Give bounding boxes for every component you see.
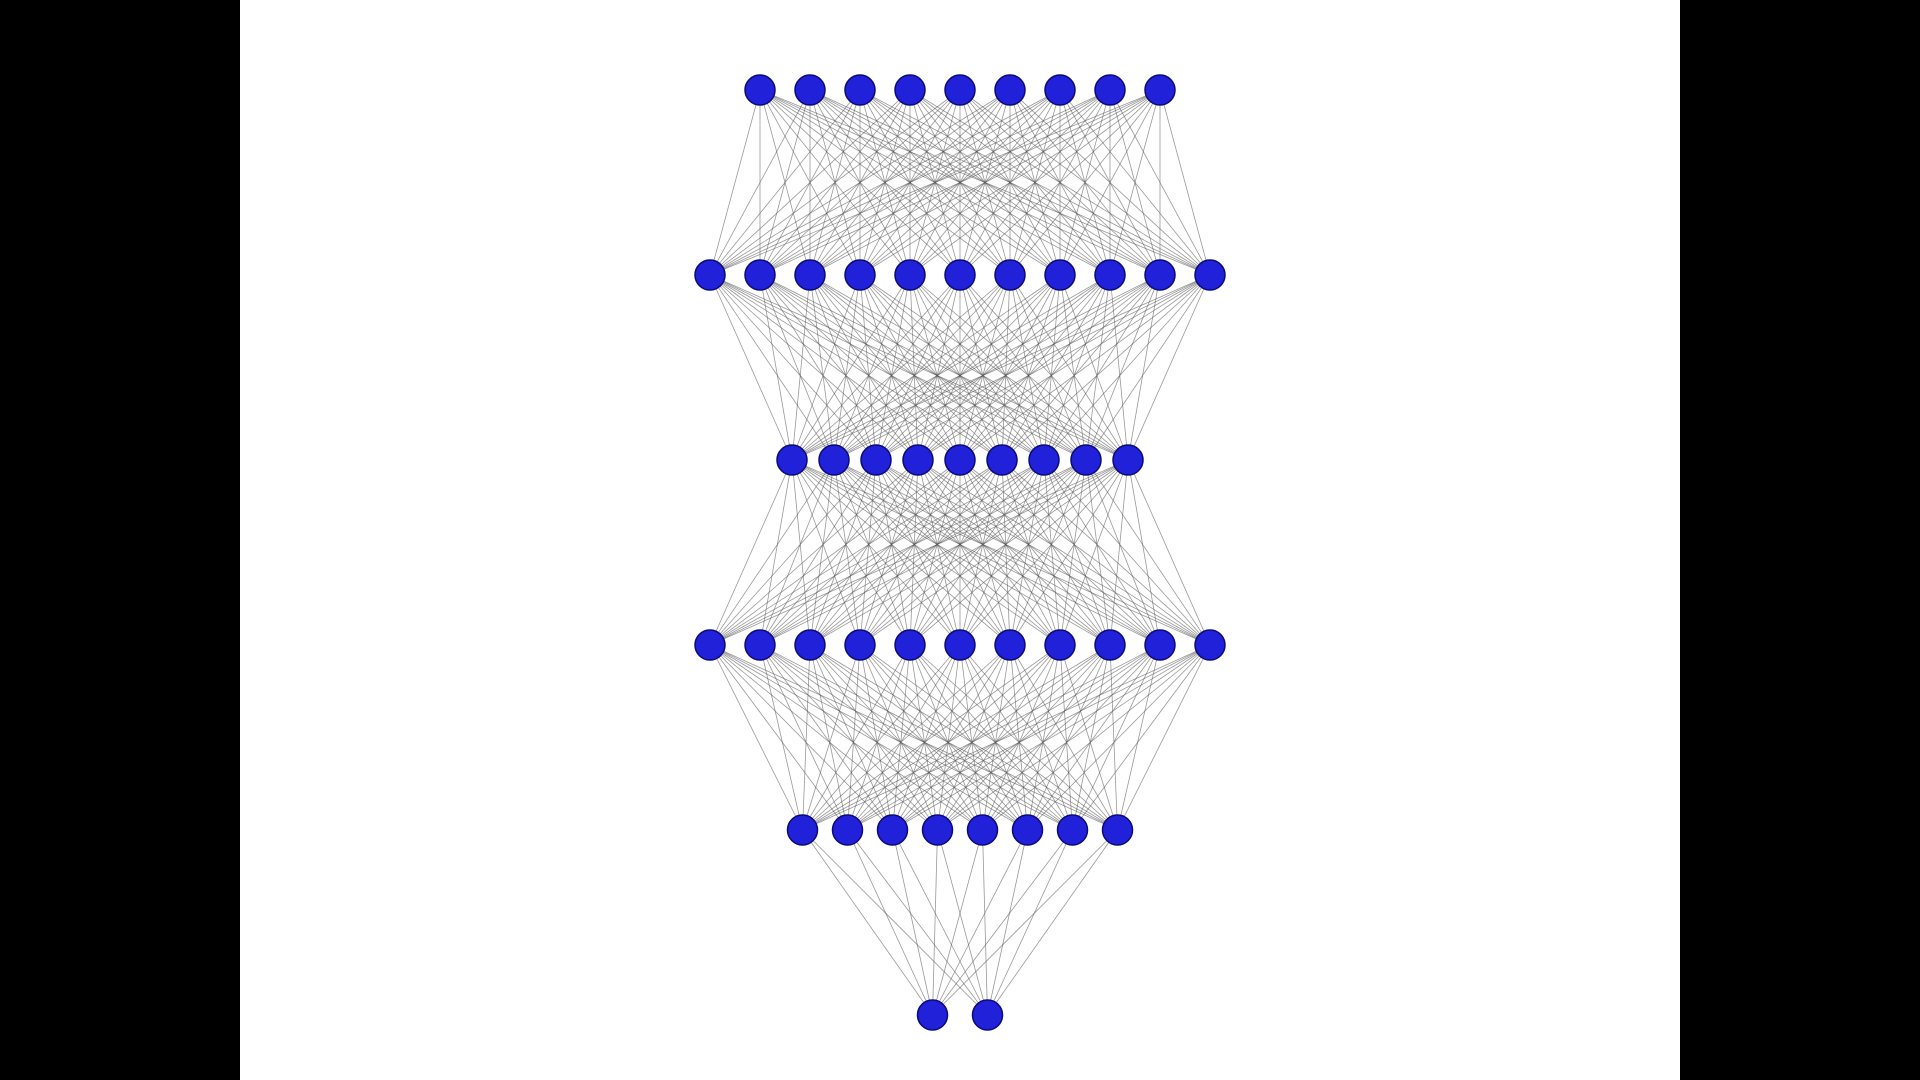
node-hidden2-5 — [987, 445, 1017, 475]
edges-group — [710, 90, 1210, 1015]
node-hidden1-3 — [845, 260, 875, 290]
node-hidden4-6 — [1058, 815, 1088, 845]
node-hidden2-8 — [1113, 445, 1143, 475]
node-hidden3-8 — [1095, 630, 1125, 660]
node-hidden4-5 — [1013, 815, 1043, 845]
node-input-5 — [995, 75, 1025, 105]
node-hidden2-4 — [945, 445, 975, 475]
node-hidden4-7 — [1103, 815, 1133, 845]
node-hidden3-1 — [745, 630, 775, 660]
node-hidden1-1 — [745, 260, 775, 290]
node-hidden3-3 — [845, 630, 875, 660]
node-input-8 — [1145, 75, 1175, 105]
node-hidden2-6 — [1029, 445, 1059, 475]
node-hidden2-2 — [861, 445, 891, 475]
node-hidden3-2 — [795, 630, 825, 660]
node-hidden2-0 — [777, 445, 807, 475]
node-hidden4-1 — [833, 815, 863, 845]
node-input-3 — [895, 75, 925, 105]
node-hidden1-8 — [1095, 260, 1125, 290]
node-hidden1-10 — [1195, 260, 1225, 290]
node-hidden2-7 — [1071, 445, 1101, 475]
node-input-2 — [845, 75, 875, 105]
node-hidden1-7 — [1045, 260, 1075, 290]
node-input-4 — [945, 75, 975, 105]
node-output-1 — [973, 1000, 1003, 1030]
neural-network-svg — [240, 0, 1680, 1080]
node-hidden3-5 — [945, 630, 975, 660]
node-hidden1-0 — [695, 260, 725, 290]
node-hidden3-10 — [1195, 630, 1225, 660]
node-hidden4-0 — [788, 815, 818, 845]
node-hidden1-5 — [945, 260, 975, 290]
node-hidden1-4 — [895, 260, 925, 290]
node-input-0 — [745, 75, 775, 105]
node-output-0 — [918, 1000, 948, 1030]
node-input-7 — [1095, 75, 1125, 105]
node-hidden4-2 — [878, 815, 908, 845]
node-hidden3-0 — [695, 630, 725, 660]
node-hidden3-6 — [995, 630, 1025, 660]
node-hidden4-4 — [968, 815, 998, 845]
node-hidden3-9 — [1145, 630, 1175, 660]
node-input-1 — [795, 75, 825, 105]
node-hidden1-2 — [795, 260, 825, 290]
node-hidden4-3 — [923, 815, 953, 845]
diagram-canvas — [240, 0, 1680, 1080]
node-hidden3-7 — [1045, 630, 1075, 660]
node-hidden1-9 — [1145, 260, 1175, 290]
node-input-6 — [1045, 75, 1075, 105]
node-hidden3-4 — [895, 630, 925, 660]
node-hidden1-6 — [995, 260, 1025, 290]
node-hidden2-3 — [903, 445, 933, 475]
node-hidden2-1 — [819, 445, 849, 475]
